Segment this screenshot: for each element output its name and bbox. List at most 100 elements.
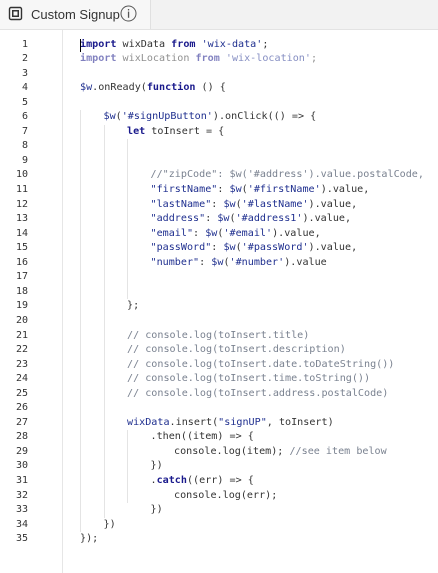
code-token: 'wix-data' [201, 38, 263, 50]
code-token: () { [195, 82, 226, 94]
code-line: }); [80, 532, 98, 547]
code-token: }); [80, 533, 99, 545]
code-token: '#address1' [235, 213, 303, 225]
code-line: console.log(item); //see item below [174, 445, 387, 460]
code-line: "email": $w('#email').value, [151, 227, 321, 242]
code-token: ).value, [272, 227, 321, 239]
code-token: //"zipCode": $w('#address').value.postal… [150, 169, 424, 181]
code-line: "number": $w('#number').value [151, 256, 327, 271]
code-token: $w [223, 198, 236, 210]
code-token: $w [103, 111, 116, 123]
code-line: console.log(err); [174, 489, 277, 504]
code-token: 'wix-location' [225, 53, 311, 65]
code-token: function [146, 82, 196, 94]
code-token: from [195, 53, 220, 65]
code-area[interactable]: import wixData from 'wix-data'; import wi… [0, 30, 438, 573]
code-token: wixData [116, 38, 172, 50]
code-line: }; [127, 299, 139, 314]
code-token: $w [205, 227, 218, 239]
code-token: ).value, [302, 213, 352, 225]
tab-title: Custom Signup [31, 7, 120, 22]
indent-guide [127, 139, 128, 300]
code-token: console.log(item); [174, 445, 290, 457]
text-cursor [80, 38, 81, 52]
code-token: toInsert = { [145, 125, 225, 137]
code-token: //see item below [289, 445, 387, 457]
code-token: ).value [284, 256, 327, 268]
code-token: ).value, [308, 242, 358, 254]
code-line: "lastName": $w('#lastName').value, [151, 198, 358, 213]
code-token: }) [150, 504, 163, 516]
code-token: import [80, 53, 117, 65]
code-line: // console.log(toInsert.description) [127, 343, 346, 358]
code-token: // console.log(toInsert.title) [127, 329, 310, 341]
code-token: wixData [127, 416, 170, 428]
code-line: }) [151, 459, 163, 474]
code-token: : [205, 213, 218, 225]
code-token: }) [150, 460, 163, 472]
code-token: $w [217, 213, 230, 225]
code-line: "passWord": $w('#passWord').value, [151, 241, 358, 256]
code-token: $w [229, 184, 242, 195]
code-token: // console.log(toInsert.date.toDateStrin… [127, 358, 395, 370]
code-line: "firstName": $w('#firstName').value, [151, 183, 370, 198]
code-line: $w.onReady(function () { [80, 81, 226, 96]
code-token: $w [223, 242, 236, 254]
tab-custom-signup[interactable]: Custom Signup [0, 0, 151, 29]
code-line: import wixData from 'wix-data'; [80, 38, 268, 53]
code-line: wixData.insert("signUP", toInsert) [127, 416, 334, 431]
code-token: .insert( [169, 416, 219, 428]
code-token: '#signUpButton' [121, 111, 213, 123]
code-line: let toInsert = { [127, 125, 224, 140]
code-token: : [211, 242, 224, 254]
code-token: "passWord" [150, 242, 212, 254]
code-token: }; [127, 300, 140, 312]
code-token: import [80, 38, 117, 50]
code-token: $w [80, 82, 93, 94]
code-token: // console.log(toInsert.description) [127, 344, 346, 356]
code-token: ).onClick(() => { [212, 111, 317, 123]
code-token: catch [156, 475, 187, 486]
code-line: }) [151, 503, 163, 518]
code-token: '#passWord' [241, 242, 309, 254]
code-token: let [127, 125, 146, 137]
code-token: wixLocation [116, 53, 196, 65]
code-token: ((err) => { [186, 475, 254, 486]
code-token: ; [310, 53, 318, 65]
editor-tab-bar: Custom Signup [0, 0, 438, 30]
code-token: $w [211, 256, 224, 268]
code-token: from [171, 38, 196, 50]
code-line: }) [104, 518, 116, 533]
code-token: '#number' [229, 256, 285, 268]
code-token: .onReady( [92, 82, 147, 94]
code-token: "signUP" [218, 416, 267, 428]
code-token: : [217, 184, 230, 195]
code-line: //"zipCode": $w('#address').value.postal… [151, 168, 424, 183]
code-line: import wixLocation from 'wix-location'; [80, 52, 317, 67]
code-line: .catch((err) => { [151, 474, 254, 489]
code-token: '#email' [223, 227, 273, 239]
code-line: // console.log(toInsert.time.toString()) [127, 372, 370, 387]
code-token: "firstName" [150, 184, 218, 195]
code-token: "email" [150, 227, 194, 239]
code-line: $w('#signUpButton').onClick(() => { [104, 110, 317, 125]
code-line: .then((item) => { [151, 430, 254, 445]
code-line: "address": $w('#address1').value, [151, 212, 352, 227]
code-token: , toInsert) [266, 416, 334, 428]
code-token: "lastName" [150, 198, 212, 210]
code-token: "number" [150, 256, 200, 268]
code-token: ).value, [308, 198, 358, 210]
code-token: "address" [150, 213, 206, 225]
code-line: // console.log(toInsert.title) [127, 329, 309, 344]
code-token: '#lastName' [241, 198, 309, 210]
code-token: '#firstName' [247, 184, 321, 195]
code-line: // console.log(toInsert.address.postalCo… [127, 387, 388, 402]
code-token: : [211, 198, 224, 210]
indent-guide [103, 124, 105, 518]
code-line: // console.log(toInsert.date.toDateStrin… [127, 358, 394, 373]
info-icon[interactable] [120, 5, 137, 22]
page-code-icon [8, 6, 23, 21]
code-token: : [193, 227, 206, 239]
code-editor[interactable]: 1 2 3 4 5 6 7 8 9 10 11 12 13 14 15 16 17 18 19 20 21 22 23 24 2… [0, 30, 438, 573]
indent-guide [127, 430, 128, 504]
